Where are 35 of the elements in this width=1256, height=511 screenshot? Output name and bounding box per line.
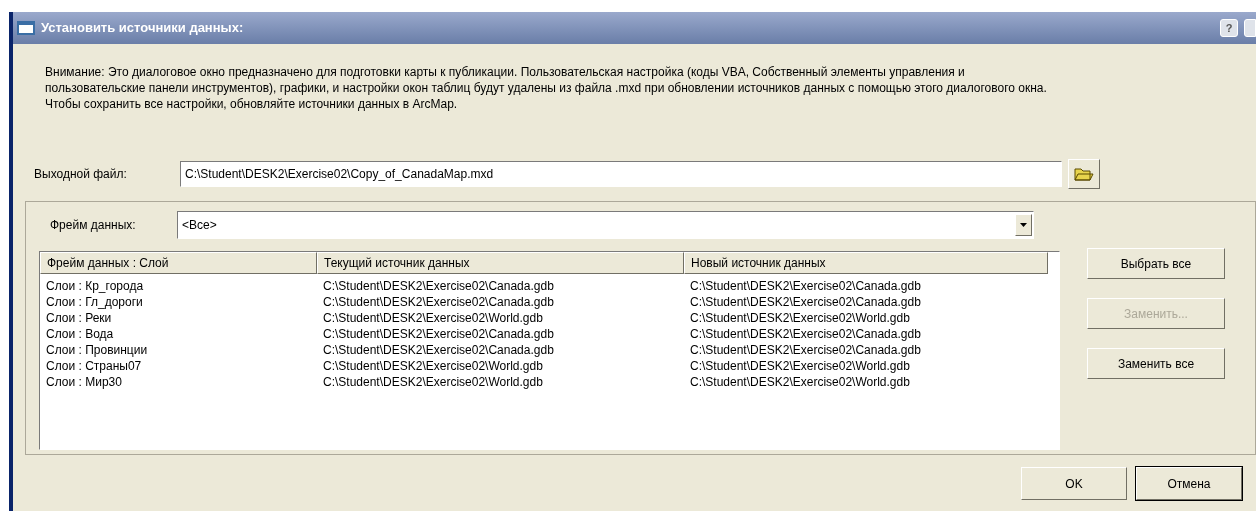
table-cell-text: Слои : Мир30 — [45, 374, 123, 390]
table-cell-text: C:\Student\DESK2\Exercise02\World.gdb — [689, 358, 911, 374]
table-cell-text: C:\Student\DESK2\Exercise02\World.gdb — [689, 310, 911, 326]
table-cell-text: Слои : Страны07 — [45, 358, 143, 374]
help-button[interactable]: ? — [1220, 19, 1238, 37]
output-file-field[interactable]: C:\Student\DESK2\Exercise02\Copy_of_CanadaMap.mxd — [180, 161, 1062, 187]
table-cell-text: C:\Student\DESK2\Exercise02\Canada.gdb — [689, 294, 922, 310]
table-cell-text: C:\Student\DESK2\Exercise02\Canada.gdb — [322, 278, 555, 294]
table-cell-text: C:\Student\DESK2\Exercise02\Canada.gdb — [689, 326, 922, 342]
field-label: Выходной файл: — [34, 166, 128, 183]
table-cell-text: C:\Student\DESK2\Exercise02\Canada.gdb — [322, 326, 555, 342]
table-cell-text: C:\Student\DESK2\Exercise02\World.gdb — [322, 358, 544, 374]
table-cell-text: Слои : Провинции — [45, 342, 149, 358]
dialog-button[interactable]: Отмена — [1136, 467, 1242, 500]
table-cell-text: Слои : Кр_города — [45, 278, 145, 294]
column-header[interactable]: Фрейм данных : Слой — [40, 252, 317, 274]
data-frame-dropdown[interactable]: <Все> — [177, 211, 1034, 239]
table-cell-text: C:\Student\DESK2\Exercise02\World.gdb — [689, 374, 911, 390]
table-cell-text: Слои : Реки — [45, 310, 113, 326]
field-label: Фрейм данных: — [50, 217, 137, 234]
action-button[interactable]: Заменить все — [1087, 348, 1225, 379]
table-cell-text: C:\Student\DESK2\Exercise02\Canada.gdb — [322, 294, 555, 310]
action-button[interactable]: Выбрать все — [1087, 248, 1225, 279]
table-cell-text: C:\Student\DESK2\Exercise02\Canada.gdb — [689, 342, 922, 358]
window-title: Установить источники данных: — [41, 19, 245, 38]
table-cell-text: C:\Student\DESK2\Exercise02\World.gdb — [322, 310, 544, 326]
table-cell-text: Слои : Вода — [45, 326, 115, 342]
table-cell-text: Слои : Гл_дороги — [45, 294, 144, 310]
table-cell-text: C:\Student\DESK2\Exercise02\World.gdb — [322, 374, 544, 390]
column-header[interactable]: Текущий источник данных — [317, 252, 684, 274]
column-header[interactable]: Новый источник данных — [684, 252, 1048, 274]
table-cell-text: C:\Student\DESK2\Exercise02\Canada.gdb — [689, 278, 922, 294]
table-cell-text: C:\Student\DESK2\Exercise02\Canada.gdb — [322, 342, 555, 358]
warning-text: Внимание: Это диалоговое окно предназначено для подготовки карты к публикации. Пользовательская настройка (коды VBA, Собственный элементы управления и пользовательские панели инструментов), графики, и настройки окон таблиц будут удалены из файла .mxd при обновлении источников данных с помощью этого диалогового окна. Чтобы сохранить все настройки, обновляйте источники данных в ArcMap. — [45, 64, 1048, 112]
dialog-button[interactable]: OK — [1021, 467, 1127, 500]
